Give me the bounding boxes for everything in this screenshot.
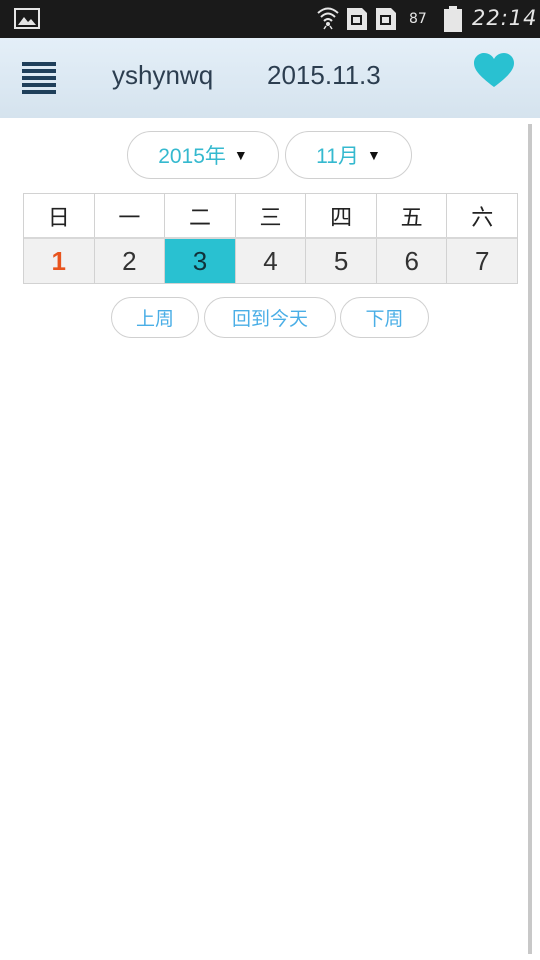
day-cell[interactable]: 7: [447, 239, 518, 283]
heart-icon[interactable]: [474, 53, 514, 89]
prev-week-button[interactable]: 上周: [111, 297, 199, 338]
day-cell-selected[interactable]: 3: [165, 239, 236, 283]
header-date: 2015.11.3: [267, 60, 381, 90]
dropdown-caret-icon: ▼: [233, 147, 248, 163]
sim-card-1-icon: [347, 8, 367, 30]
days-row: 1 2 3 4 5 6 7: [24, 239, 518, 283]
day-cell[interactable]: 2: [94, 239, 166, 283]
battery-percent: 87: [409, 11, 427, 27]
weekday-fri: 五: [376, 194, 448, 237]
next-week-button[interactable]: 下周: [340, 297, 429, 338]
day-cell[interactable]: 5: [306, 239, 377, 283]
dropdown-caret-icon: ▼: [366, 147, 381, 163]
year-select[interactable]: 2015年 ▼: [127, 131, 279, 179]
weekday-sun: 日: [24, 194, 95, 237]
username: yshynwq: [112, 60, 214, 90]
hamburger-menu-icon[interactable]: [22, 62, 56, 94]
weekday-thu: 四: [306, 194, 377, 237]
wifi-icon: [317, 7, 339, 30]
month-select[interactable]: 11月 ▼: [285, 131, 412, 179]
weekday-sat: 六: [447, 194, 518, 237]
weekday-wed: 三: [235, 194, 307, 237]
back-to-today-button[interactable]: 回到今天: [204, 297, 336, 338]
battery-icon: [444, 6, 462, 32]
day-cell[interactable]: 6: [376, 239, 448, 283]
weekday-mon: 一: [94, 194, 166, 237]
app-header: yshynwq 2015.11.3: [0, 38, 540, 118]
weekday-tue: 二: [165, 194, 236, 237]
weekday-header-row: 日 一 二 三 四 五 六: [24, 194, 518, 239]
month-select-value: 11月: [316, 145, 359, 168]
status-bar: 87 22:14: [0, 0, 540, 38]
status-clock: 22:14: [472, 6, 538, 30]
day-cell[interactable]: 4: [235, 239, 307, 283]
gallery-notification-icon: [14, 8, 40, 29]
scrollbar[interactable]: [528, 124, 532, 954]
year-select-value: 2015年: [158, 145, 226, 168]
sim-card-2-icon: [376, 8, 396, 30]
day-cell[interactable]: 1: [24, 239, 95, 283]
week-calendar: 日 一 二 三 四 五 六 1 2 3 4 5 6 7: [23, 193, 518, 284]
